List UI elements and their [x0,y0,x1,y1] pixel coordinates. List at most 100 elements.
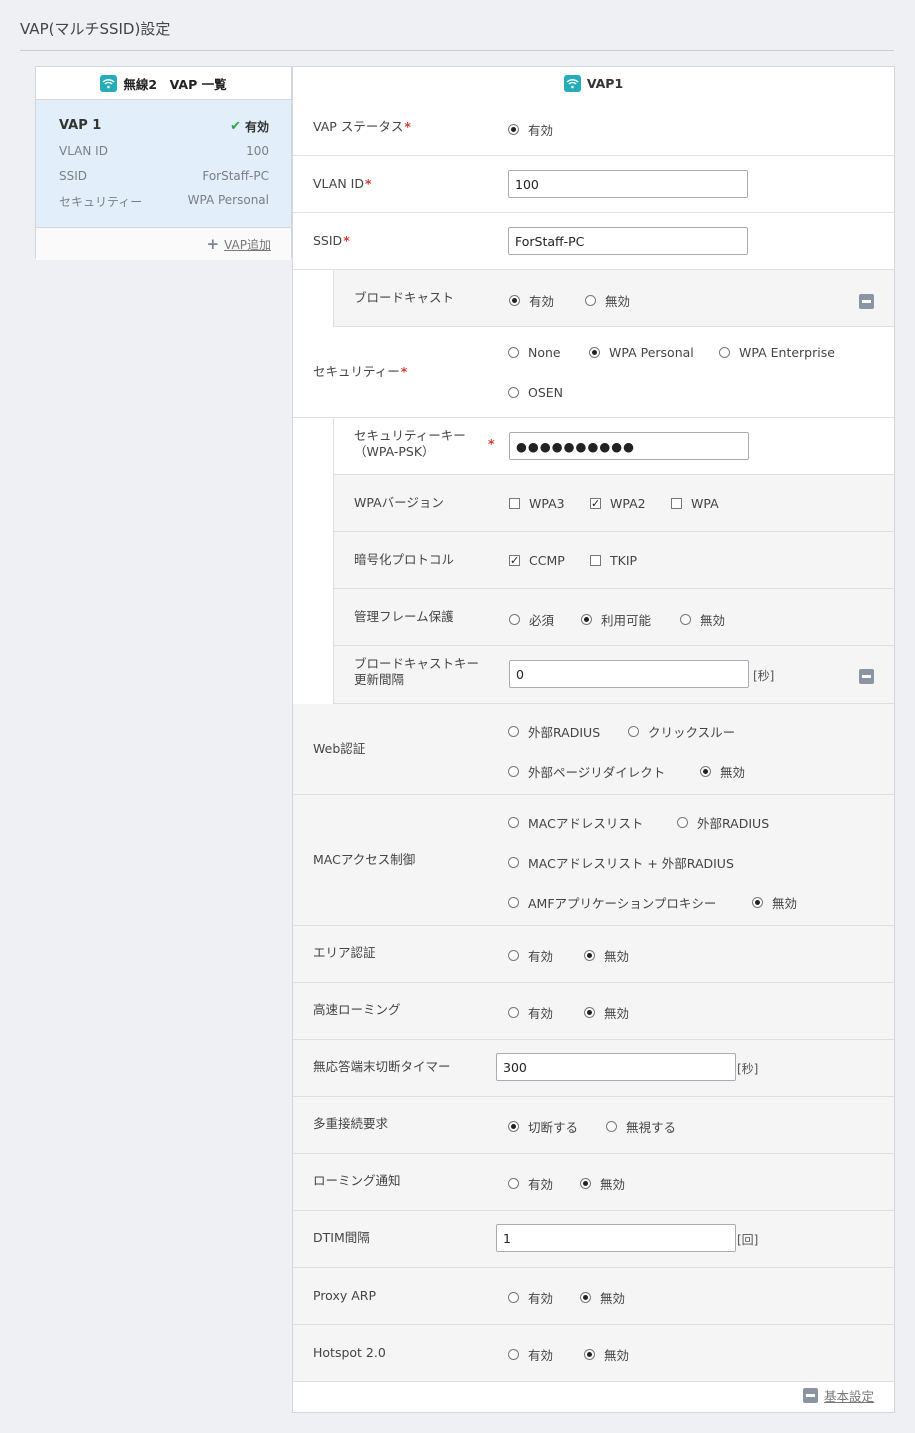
unit-seconds: [秒] [753,669,775,683]
row-web-auth: Web認証 外部RADIUS クリックスルー 外部ページリダイレクト 無効 [293,704,894,795]
vlan-id-input[interactable] [508,170,748,198]
row-dtim: DTIM間隔 [回] [293,1211,894,1268]
vap-card-value: WPA Personal [187,193,269,207]
checkbox-wpa2[interactable]: ✓ WPA2 [590,496,646,511]
radio-roaming-notify-enabled[interactable]: 有効 [508,1174,553,1193]
unit-count: [回] [737,1233,759,1247]
vap-card-label: SSID [59,169,88,183]
radio-proxy-arp-enabled[interactable]: 有効 [508,1288,553,1307]
radio-security-none[interactable]: None [508,345,561,360]
security-key-input[interactable] [509,432,749,460]
radio-mac-radius[interactable]: 外部RADIUS [677,813,769,832]
radio-security-wpa-enterprise[interactable]: WPA Enterprise [719,345,835,360]
row-fast-roaming: 高速ローミング 有効 無効 [293,983,894,1040]
vap-add-row: + VAP追加 [36,228,291,260]
vap-card-label: VLAN ID [59,144,108,158]
radio-area-auth-enabled[interactable]: 有効 [508,946,553,965]
form-title: VAP1 [586,75,624,91]
radio-web-auth-clickthrough[interactable]: クリックスルー [628,722,735,741]
broadcast-key-interval-input[interactable] [509,660,749,688]
row-broadcast-key-interval: ブロードキャストキー更新間隔 [秒] [333,646,894,704]
radio-mgmt-required[interactable]: 必須 [509,610,554,629]
radio-web-auth-radius[interactable]: 外部RADIUS [508,722,600,741]
checkbox-tkip[interactable]: TKIP [590,553,637,568]
plus-icon: + [206,235,220,253]
vap-list-panel: 無線2 VAP 一覧 VAP 1 ✔ 有効 VLAN ID 100 SSID Fo… [35,66,292,260]
row-roaming-notify: ローミング通知 有効 無効 [293,1154,894,1211]
row-area-auth: エリア認証 有効 無効 [293,926,894,983]
field-label: ブロードキャストキー 更新間隔 [354,656,480,687]
radio-proxy-arp-disabled[interactable]: 無効 [580,1288,625,1307]
basic-settings-link[interactable]: 基本設定 [802,1386,874,1405]
field-label: DTIM間隔 [313,1230,370,1245]
vap-card-name: VAP 1 [59,118,102,133]
radio-hotspot-disabled[interactable]: 無効 [584,1345,629,1364]
page-title: VAP(マルチSSID)設定 [20,20,171,38]
radio-multi-disconnect[interactable]: 切断する [508,1117,578,1136]
vap-list-header: 無線2 VAP 一覧 [36,67,291,100]
basic-settings-label: 基本設定 [823,1389,874,1404]
unit-seconds: [秒] [737,1062,759,1076]
checkbox-ccmp[interactable]: ✓ CCMP [509,553,565,568]
vap-card-value: ForStaff-PC [202,169,269,183]
radio-hotspot-enabled[interactable]: 有効 [508,1345,553,1364]
collapse-icon[interactable] [859,669,874,684]
field-label: SSID* [313,233,350,248]
radio-vap-status-enabled[interactable]: 有効 [508,120,553,139]
vap-add-link[interactable]: VAP追加 [224,236,271,253]
row-proxy-arp: Proxy ARP 有効 無効 [293,1268,894,1325]
vap-list-title: 無線2 VAP 一覧 [123,76,227,92]
field-label: VLAN ID* [313,176,372,191]
field-label: エリア認証 [313,945,376,960]
row-inactivity-timer: 無応答端末切断タイマー [秒] [293,1040,894,1097]
radio-multi-ignore[interactable]: 無視する [606,1117,676,1136]
wifi-icon [563,74,581,92]
dtim-input[interactable] [496,1224,736,1252]
inactivity-timer-input[interactable] [496,1053,736,1081]
radio-security-wpa-personal[interactable]: WPA Personal [589,345,694,360]
radio-fast-roaming-enabled[interactable]: 有効 [508,1003,553,1022]
radio-web-auth-redirect[interactable]: 外部ページリダイレクト [508,762,665,781]
radio-mgmt-disabled[interactable]: 無効 [680,610,725,629]
vap-settings-form: VAP1 VAP ステータス* 有効 VLAN ID* SSID* ブロードキャ… [292,66,895,1413]
field-label: WPAバージョン [354,495,444,510]
radio-mac-list[interactable]: MACアドレスリスト [508,813,643,832]
collapse-icon[interactable] [859,294,874,309]
field-label: Web認証 [313,741,366,756]
row-security-key: セキュリティーキー （WPA-PSK） * [333,418,894,475]
field-label: ブロードキャスト [354,290,455,305]
vap-card-value: 100 [246,144,269,158]
checkbox-wpa3[interactable]: WPA3 [509,496,565,511]
radio-mac-list-radius[interactable]: MACアドレスリスト + 外部RADIUS [508,853,734,872]
radio-mgmt-available[interactable]: 利用可能 [581,610,651,629]
field-label: MACアクセス制御 [313,852,416,867]
vap-card-label: セキュリティー [59,195,143,209]
row-mac-access: MACアクセス制御 MACアドレスリスト 外部RADIUS MACアドレスリスト… [293,795,894,926]
radio-area-auth-disabled[interactable]: 無効 [584,946,629,965]
row-hotspot: Hotspot 2.0 有効 無効 [293,1325,894,1382]
field-label: 多重接続要求 [313,1116,389,1131]
radio-broadcast-disabled[interactable]: 無効 [585,291,630,310]
form-header: VAP1 [293,67,894,100]
collapse-icon [802,1388,818,1403]
radio-security-osen[interactable]: OSEN [508,385,563,400]
checkbox-wpa[interactable]: WPA [671,496,719,511]
radio-mac-disabled[interactable]: 無効 [752,893,797,912]
required-mark: * [488,436,495,451]
field-label: セキュリティー* [313,364,408,379]
row-vlan-id: VLAN ID* [293,156,894,213]
radio-fast-roaming-disabled[interactable]: 無効 [584,1003,629,1022]
row-mgmt-frame: 管理フレーム保護 必須 利用可能 無効 [333,589,894,646]
radio-mac-amf-proxy[interactable]: AMFアプリケーションプロキシー [508,893,716,912]
check-icon: ✔ [230,119,241,134]
radio-broadcast-enabled[interactable]: 有効 [509,291,554,310]
radio-roaming-notify-disabled[interactable]: 無効 [580,1174,625,1193]
field-label: Hotspot 2.0 [313,1345,386,1360]
field-label: 暗号化プロトコル [354,552,455,567]
vap-card-status-text: 有効 [244,120,269,134]
ssid-input[interactable] [508,227,748,255]
wifi-icon [100,74,118,92]
field-label: セキュリティーキー （WPA-PSK） [354,428,466,459]
vap-card[interactable]: VAP 1 ✔ 有効 VLAN ID 100 SSID ForStaff-PC セ… [36,100,291,228]
radio-web-auth-disabled[interactable]: 無効 [700,762,745,781]
